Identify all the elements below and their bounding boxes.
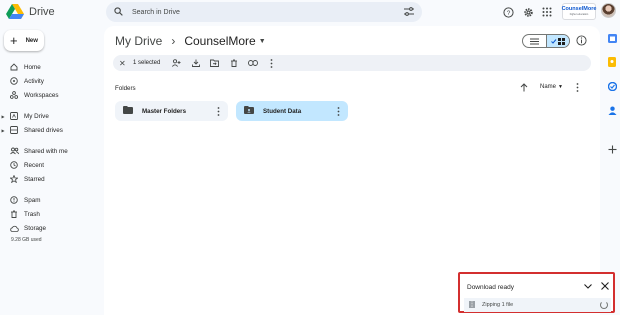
drive-logo[interactable]: Drive	[6, 4, 55, 20]
folder-name: Master Folders	[142, 107, 187, 115]
my-drive-icon	[9, 111, 19, 121]
more-vert-icon[interactable]	[262, 58, 281, 68]
info-icon[interactable]	[576, 35, 587, 48]
sidebar-item-label: Home	[24, 63, 41, 71]
caret-down-icon: ▼	[558, 84, 563, 90]
shared-folder-icon	[244, 106, 254, 116]
search-input[interactable]: Search in Drive	[132, 9, 404, 16]
sidebar-item-label: Starred	[24, 175, 45, 183]
grid-view-icon[interactable]	[545, 35, 569, 47]
sidebar-item-label: Storage	[24, 224, 47, 232]
drive-logo-icon	[6, 4, 24, 19]
more-vert-icon[interactable]	[332, 106, 344, 116]
caret-down-icon[interactable]: ▼	[259, 38, 266, 45]
sidebar-item-my-drive[interactable]: ▶ My Drive	[0, 110, 49, 122]
more-vert-icon[interactable]	[576, 83, 579, 94]
app-name: Drive	[29, 6, 55, 18]
sidebar-item-label: Recent	[24, 161, 44, 169]
sidebar-item-spam[interactable]: Spam	[0, 194, 40, 206]
apps-grid-icon[interactable]	[540, 5, 554, 19]
new-button[interactable]: + New	[4, 30, 44, 51]
sort-by-dropdown[interactable]: Name ▼	[540, 84, 563, 90]
move-icon[interactable]	[205, 59, 224, 67]
tasks-icon[interactable]	[607, 81, 617, 91]
sidebar-item-label: Workspaces	[24, 91, 59, 99]
collapse-chevron-icon[interactable]	[584, 283, 592, 291]
contacts-icon[interactable]	[607, 105, 617, 115]
link-icon[interactable]	[243, 60, 262, 66]
breadcrumb-separator: ›	[171, 34, 176, 48]
search-bar[interactable]: Search in Drive	[106, 2, 422, 22]
calendar-icon[interactable]	[607, 33, 617, 43]
sidebar-item-trash[interactable]: Trash	[0, 208, 40, 220]
progress-spinner-icon	[600, 301, 608, 309]
sidebar-item-home[interactable]: Home	[0, 61, 41, 73]
sidebar-item-shared-drives[interactable]: ▶ Shared drives	[0, 124, 63, 136]
clear-selection-icon[interactable]: ✕	[119, 59, 129, 68]
brand-tagline: higher education	[569, 12, 589, 16]
sort-direction-icon[interactable]	[520, 83, 528, 94]
sidebar-item-workspaces[interactable]: Workspaces	[0, 89, 59, 101]
spam-icon	[9, 195, 19, 205]
sidebar-item-label: Trash	[24, 210, 40, 218]
sidebar-item-label: Activity	[24, 77, 44, 85]
breadcrumb-current[interactable]: CounselMore	[184, 34, 255, 48]
new-button-label: New	[25, 37, 38, 44]
download-file-status: Zipping 1 file	[482, 302, 514, 308]
add-addon-icon[interactable]	[607, 144, 617, 154]
section-title: Folders	[115, 85, 136, 92]
sort-by-label: Name	[540, 84, 557, 90]
breadcrumb: My Drive › CounselMore ▼	[115, 34, 266, 48]
list-view-icon[interactable]	[523, 35, 546, 47]
zip-file-icon	[469, 300, 475, 310]
folder-name: Student Data	[263, 107, 302, 115]
help-icon[interactable]: ?	[501, 5, 515, 19]
sidebar-item-label: Spam	[24, 196, 41, 204]
folder-icon	[123, 106, 133, 116]
folder-card-master-folders[interactable]: Master Folders	[115, 101, 228, 121]
sidebar-item-recent[interactable]: Recent	[0, 159, 44, 171]
settings-icon[interactable]	[521, 5, 535, 19]
cloud-icon	[9, 223, 19, 233]
sidebar-item-label: My Drive	[24, 112, 49, 120]
sidebar-item-label: Shared with me	[24, 147, 68, 155]
download-item-row: Zipping 1 file	[464, 298, 611, 312]
account-avatar[interactable]	[601, 3, 616, 18]
people-icon	[9, 146, 19, 156]
download-status-panel: Download ready Zipping 1 file	[458, 272, 615, 313]
share-icon[interactable]	[167, 59, 186, 67]
storage-used-text: 9.28 GB used	[11, 237, 42, 243]
sidebar-item-shared-with-me[interactable]: Shared with me	[0, 145, 68, 157]
workspaces-icon	[9, 90, 19, 100]
plus-icon: +	[10, 33, 18, 48]
expand-arrow-icon[interactable]: ▶	[0, 128, 6, 133]
svg-text:?: ?	[506, 9, 510, 16]
search-icon[interactable]	[114, 6, 123, 18]
sidebar-item-starred[interactable]: Starred	[0, 173, 45, 185]
more-vert-icon[interactable]	[212, 106, 224, 116]
organization-brand[interactable]: CounselMore higher education	[562, 3, 596, 20]
folder-card-student-data[interactable]: Student Data	[236, 101, 348, 121]
view-toggle[interactable]	[522, 34, 570, 48]
sidebar-item-storage[interactable]: Storage	[0, 222, 46, 234]
clock-icon	[9, 160, 19, 170]
selection-toolbar: ✕ 1 selected	[113, 55, 591, 71]
close-icon[interactable]	[601, 282, 609, 292]
selection-count: 1 selected	[133, 60, 161, 66]
keep-icon[interactable]	[607, 57, 617, 67]
expand-arrow-icon[interactable]: ▶	[0, 114, 6, 119]
download-icon[interactable]	[186, 59, 205, 67]
shared-drives-icon	[9, 125, 19, 135]
filter-options-icon[interactable]	[404, 6, 414, 18]
sidebar-item-label: Shared drives	[24, 126, 63, 134]
trash-icon	[9, 209, 19, 219]
star-icon	[9, 174, 19, 184]
download-title: Download ready	[467, 283, 514, 291]
sidebar-item-activity[interactable]: Activity	[0, 75, 44, 87]
trash-icon[interactable]	[224, 59, 243, 67]
home-icon	[9, 62, 19, 72]
download-panel-header: Download ready	[464, 279, 611, 295]
activity-icon	[9, 76, 19, 86]
breadcrumb-root[interactable]: My Drive	[115, 34, 162, 48]
